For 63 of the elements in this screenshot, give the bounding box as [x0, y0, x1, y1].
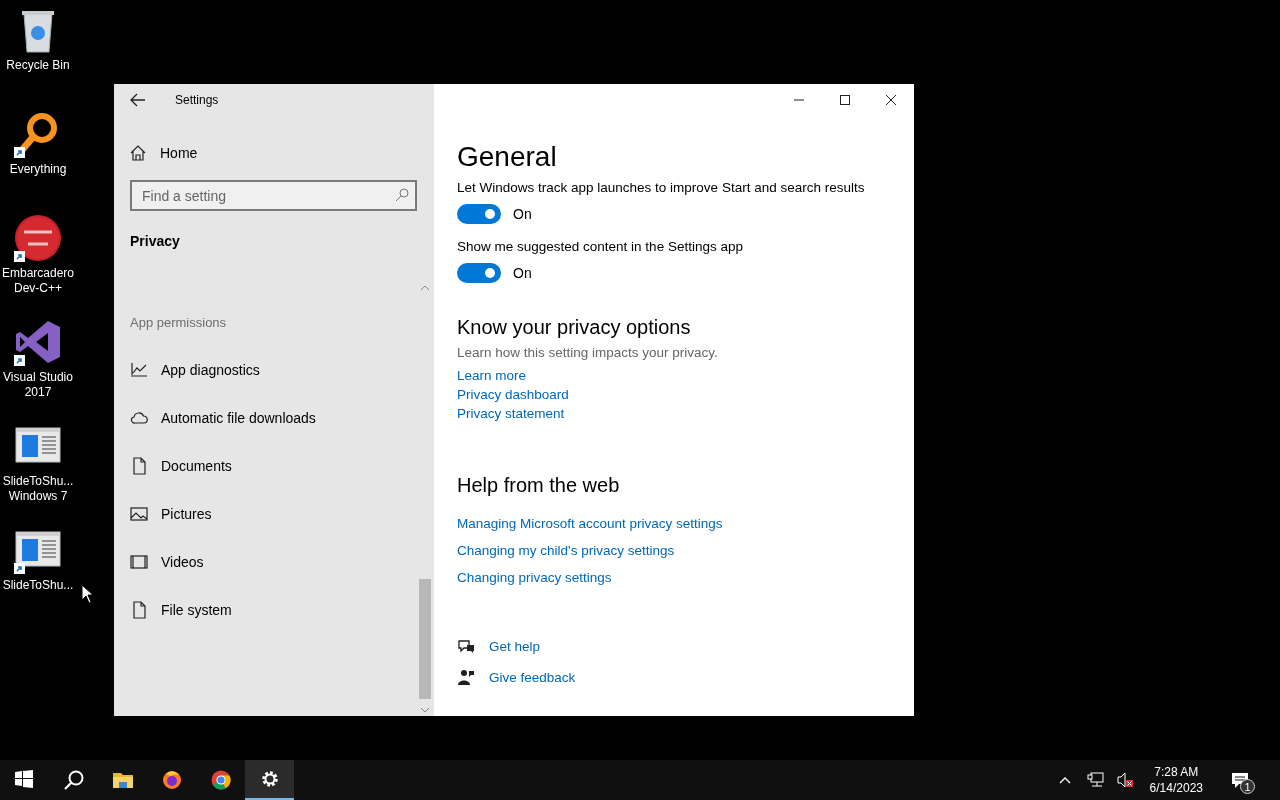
close-icon	[885, 94, 897, 106]
toggle-state: On	[513, 265, 532, 281]
search-icon	[63, 770, 84, 790]
page-heading: General	[457, 140, 558, 174]
notification-badge: 1	[1240, 779, 1255, 794]
chevron-up-icon	[1058, 775, 1071, 785]
home-link[interactable]: Home	[130, 141, 198, 165]
gear-icon	[259, 769, 280, 789]
desktop-icon-label[interactable]: SlideToShu... Windows 7	[0, 474, 76, 504]
person-speech-icon	[457, 668, 475, 687]
sidebar-item[interactable]: Videos	[114, 538, 404, 586]
network-icon	[1086, 772, 1105, 788]
back-arrow-icon	[130, 93, 146, 107]
image-icon	[130, 505, 148, 523]
link[interactable]: Changing privacy settings	[457, 568, 612, 587]
link[interactable]: Get help	[489, 637, 541, 656]
desktop-icon-label[interactable]: Recycle Bin	[0, 58, 76, 73]
section-title: Privacy	[130, 233, 181, 249]
group-heading: App permissions	[130, 315, 228, 330]
notifications-button[interactable]: 1	[1225, 760, 1255, 800]
cloud-icon	[130, 409, 148, 427]
search-field[interactable]: Find a setting	[130, 180, 417, 211]
film-icon	[130, 553, 148, 571]
sidebar-item[interactable]: File system	[114, 586, 404, 634]
window-title: Settings	[175, 93, 219, 107]
desktop-icon-label[interactable]: SlideToShu...	[0, 578, 76, 593]
document-icon	[130, 601, 148, 619]
windows-logo-icon	[14, 770, 35, 790]
link[interactable]: Privacy statement	[457, 404, 565, 423]
disc-logo-icon	[14, 214, 62, 262]
link[interactable]: Give feedback	[489, 668, 576, 687]
pointer-icon	[81, 584, 94, 604]
clock[interactable]: 7:28 AM 6/14/2023	[1149, 764, 1203, 796]
toggle-switch[interactable]	[457, 204, 501, 224]
link[interactable]: Changing my child's privacy settings	[457, 541, 675, 560]
taskbar-button[interactable]	[245, 760, 294, 800]
desktop-icon-label[interactable]: Visual Studio 2017	[0, 370, 76, 400]
desktop-icon-label[interactable]: Everything	[0, 162, 76, 177]
section-heading: Help from the web	[457, 473, 621, 497]
link[interactable]: Managing Microsoft account privacy settings	[457, 514, 723, 533]
maximize-icon	[839, 94, 851, 106]
muted-speaker-icon	[1116, 772, 1134, 788]
colored-circle-icon	[210, 770, 231, 790]
infinity-logo-icon	[14, 318, 62, 366]
document-icon	[130, 457, 148, 475]
toggle-switch[interactable]	[457, 263, 501, 283]
setting-label: Let Windows track app launches to improve Start and search results	[457, 180, 866, 196]
link[interactable]: Learn more	[457, 366, 527, 385]
desktop-icon-label[interactable]: Embarcadero Dev-C++	[0, 266, 76, 296]
sidebar-item[interactable]: Automatic file downloads	[114, 394, 404, 442]
section-heading: Know your privacy options	[457, 315, 692, 339]
description: Learn how this setting impacts your privacy.	[457, 345, 719, 360]
fox-globe-icon	[161, 770, 182, 790]
folder-icon	[112, 770, 133, 790]
search-icon	[395, 188, 409, 202]
setting-label: Show me suggested content in the Settings app	[457, 239, 744, 255]
home-icon	[130, 145, 146, 161]
sidebar-item[interactable]: Documents	[114, 442, 404, 490]
link[interactable]: Privacy dashboard	[457, 385, 569, 404]
sidebar-item[interactable]: App diagnostics	[114, 346, 404, 394]
sidebar-item[interactable]: Pictures	[114, 490, 404, 538]
toggle-state: On	[513, 206, 532, 222]
chart-icon	[130, 361, 148, 379]
